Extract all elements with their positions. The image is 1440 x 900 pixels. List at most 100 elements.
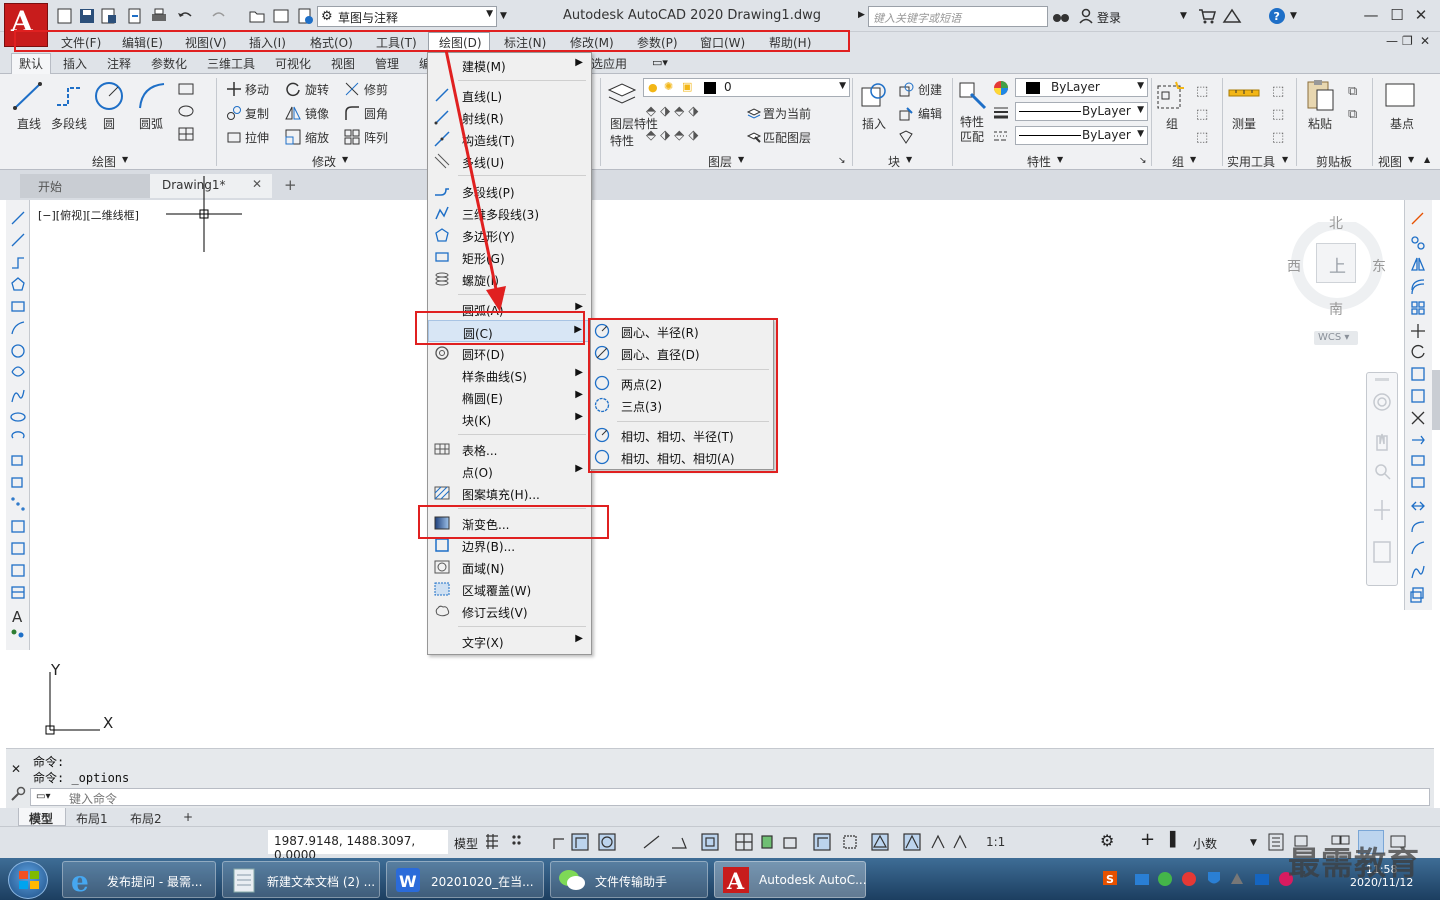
array-icon[interactable]	[344, 129, 360, 145]
menu-item-wipeout[interactable]: 区域覆盖(W)	[428, 578, 591, 600]
wrench-icon[interactable]	[10, 786, 26, 802]
clipboard-tool-icons[interactable]: ⧉ ⧉	[1348, 80, 1357, 126]
tab-default[interactable]: 默认	[19, 55, 43, 72]
menu-item-hatch[interactable]: 图案填充(H)...	[428, 482, 591, 504]
viewcube-west[interactable]: 西	[1287, 256, 1301, 276]
annotation-monitor-plus-icon[interactable]: +	[1140, 829, 1155, 850]
open-web-icon[interactable]	[126, 7, 144, 25]
cart-icon[interactable]	[1198, 8, 1216, 24]
panel-launcher-icon[interactable]: ↘	[838, 156, 846, 166]
copy-icon[interactable]	[226, 105, 242, 121]
tab-manage[interactable]: 管理	[375, 55, 399, 72]
tab-visualize[interactable]: 可视化	[275, 55, 311, 72]
system-tray-icons[interactable]: S	[1103, 870, 1303, 890]
scale-icon[interactable]	[285, 129, 301, 145]
search-input[interactable]: 键入关键字或短语	[868, 6, 1048, 27]
edit-block-icon[interactable]	[898, 105, 914, 121]
tab-3d-tools[interactable]: 三维工具	[207, 55, 255, 72]
draw-toolbar-icons[interactable]: A	[9, 206, 27, 646]
measure-icon[interactable]	[1228, 84, 1260, 104]
viewcube-face[interactable]: 上	[1316, 243, 1356, 283]
menu-item-spline[interactable]: 样条曲线(S) ▶	[428, 364, 591, 386]
base-point-icon[interactable]	[1384, 80, 1416, 112]
layout-tab-2[interactable]: 布局2	[130, 810, 162, 827]
close-command-icon[interactable]: ✕	[11, 762, 21, 776]
drawing-canvas[interactable]	[30, 200, 1404, 748]
line-icon[interactable]	[12, 80, 44, 112]
chevron-down-icon[interactable]: ▼	[1190, 155, 1196, 164]
taskbar-item-autocad[interactable]: A Autodesk AutoC...	[714, 861, 867, 898]
create-block-icon[interactable]	[898, 81, 914, 97]
group-icon[interactable]	[1156, 80, 1186, 112]
doc-minimize-icon[interactable]: —	[1386, 34, 1398, 48]
modify-toolbar-icons[interactable]	[1409, 210, 1427, 606]
wcs-menu[interactable]: WCS ▾	[1314, 331, 1358, 345]
ribbon-toggle-icon[interactable]: ▭▾	[652, 56, 668, 69]
vertical-scrollbar-thumb[interactable]	[1432, 370, 1440, 430]
viewport-controls-label[interactable]: [−][俯视][二维线框]	[38, 207, 139, 223]
redo-icon[interactable]	[210, 7, 228, 25]
doc-close-icon[interactable]: ✕	[1420, 34, 1430, 48]
insert-block-icon[interactable]	[858, 80, 890, 112]
taskbar-item-notepad[interactable]: 新建文本文档 (2) ...	[222, 861, 380, 898]
color-select[interactable]: ByLayer ▼	[1015, 78, 1148, 97]
block-attr-icon[interactable]	[898, 129, 914, 145]
window-icon[interactable]	[272, 7, 290, 25]
match-properties-icon[interactable]	[957, 80, 989, 112]
chevron-down-icon[interactable]: ▼	[1290, 11, 1297, 21]
hatch-icon[interactable]	[178, 104, 194, 118]
layer-tool-icons-row1[interactable]: ⬘ ⬗ ⬘ ⬗	[646, 104, 698, 119]
circle-icon[interactable]	[93, 80, 125, 112]
lineweight-select[interactable]: ByLayer ▼	[1015, 102, 1148, 121]
menu-item-donut[interactable]: 圆环(D)	[428, 342, 591, 364]
tab-insert[interactable]: 插入	[63, 55, 87, 72]
polyline-icon[interactable]	[54, 80, 86, 112]
panel-draw-title[interactable]: 绘图	[92, 153, 116, 170]
menu-item-ellipse[interactable]: 椭圆(E) ▶	[428, 386, 591, 408]
mirror-icon[interactable]	[285, 105, 301, 121]
fillet-icon[interactable]	[344, 105, 360, 121]
save-icon[interactable]	[78, 7, 96, 25]
menu-item-table[interactable]: 表格...	[428, 438, 591, 460]
help-icon[interactable]: ?	[1268, 7, 1286, 25]
layout-tab-model[interactable]: 模型	[29, 810, 53, 827]
minimize-icon[interactable]: —	[1360, 6, 1382, 26]
arc-icon[interactable]	[136, 80, 168, 112]
taskbar-item-browser[interactable]: e 发布提问 - 最需...	[62, 861, 216, 898]
set-current-icon[interactable]	[746, 104, 762, 120]
paste-icon[interactable]	[1304, 78, 1336, 112]
plot-icon[interactable]	[150, 7, 168, 25]
trim-icon[interactable]	[344, 81, 360, 97]
chevron-down-icon[interactable]: ▼	[1282, 155, 1288, 164]
maximize-icon[interactable]: ☐	[1386, 6, 1408, 26]
panel-utilities-title[interactable]: 实用工具	[1227, 153, 1275, 170]
quick-properties-icon[interactable]	[1268, 833, 1284, 851]
panel-block-title[interactable]: 块	[888, 153, 900, 170]
model-space-button[interactable]: 模型	[454, 835, 478, 852]
stretch-icon[interactable]	[226, 129, 242, 145]
menu-item-region[interactable]: 面域(N)	[428, 556, 591, 578]
layout-tab-1[interactable]: 布局1	[76, 810, 108, 827]
menu-item-revision-cloud[interactable]: 修订云线(V)	[428, 600, 591, 622]
menu-item-point[interactable]: 点(O) ▶	[428, 460, 591, 482]
open-folder-icon[interactable]	[248, 7, 266, 25]
chevron-down-icon[interactable]: ▼	[1057, 155, 1063, 164]
layout-tab-add[interactable]: +	[183, 810, 193, 824]
taskbar-item-word[interactable]: W 20201020_在当...	[386, 861, 544, 898]
close-icon[interactable]: ✕	[1410, 6, 1432, 26]
customize-quickaccess-icon[interactable]: ▼	[500, 11, 507, 21]
coordinate-readout[interactable]: 1987.9148, 1488.3097, 0.0000	[268, 830, 448, 862]
menu-item-block[interactable]: 块(K) ▶	[428, 408, 591, 430]
panel-layer-title[interactable]: 图层	[708, 153, 732, 170]
ribbon-minimize-icon[interactable]: ▲	[1424, 155, 1430, 164]
status-toggle-icons[interactable]: 1:1	[484, 833, 1074, 853]
binoculars-icon[interactable]	[1052, 8, 1070, 24]
panel-clipboard-title[interactable]: 剪贴板	[1316, 153, 1352, 170]
nav-bar-icons[interactable]	[1371, 378, 1393, 582]
viewcube-south[interactable]: 南	[1329, 299, 1343, 319]
panel-modify-title[interactable]: 修改	[312, 153, 336, 170]
tab-featured-apps[interactable]: 选应用	[591, 55, 627, 72]
viewcube-east[interactable]: 东	[1372, 256, 1386, 276]
chevron-right-icon[interactable]: ▶	[858, 10, 865, 20]
share-icon[interactable]	[296, 7, 314, 25]
